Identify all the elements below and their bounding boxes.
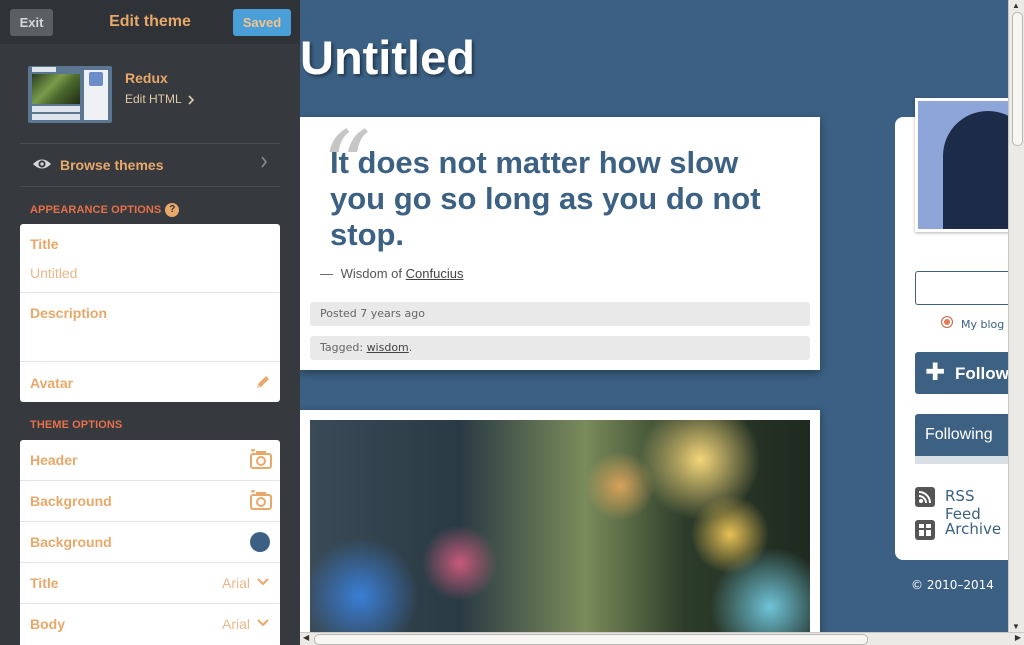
editor-topbar: Exit Edit theme Saved	[0, 0, 300, 44]
post-date-bar: Posted 7 years ago	[310, 302, 810, 326]
scroll-down-icon[interactable]: ▼	[1012, 622, 1020, 631]
chevron-right-icon	[261, 156, 268, 168]
blog-title[interactable]: Untitled	[300, 30, 475, 85]
tag-link[interactable]: wisdom	[367, 341, 409, 354]
blog-title-field[interactable]: Title Untitled	[20, 224, 280, 293]
background-image-option[interactable]: Background	[20, 481, 280, 522]
body-font-option[interactable]: Body Arial	[20, 604, 280, 644]
archive-icon	[915, 520, 935, 540]
vertical-scroll-thumb[interactable]	[1012, 12, 1023, 146]
pencil-icon[interactable]	[254, 373, 272, 391]
thumbnail-line	[32, 114, 80, 120]
camera-icon[interactable]	[250, 490, 272, 510]
quote-post: “ It does not matter how slow you go so …	[300, 117, 820, 370]
following-label: Following	[925, 426, 993, 443]
appearance-options-label: APPEARANCE OPTIONS	[30, 203, 162, 216]
post-tags-bar: Tagged: wisdom.	[310, 336, 810, 360]
browse-themes-label: Browse themes	[60, 157, 164, 173]
description-field[interactable]: Description	[20, 293, 280, 362]
thumbnail-image	[32, 74, 80, 104]
camera-icon[interactable]	[250, 449, 272, 469]
exit-button[interactable]: Exit	[10, 9, 53, 36]
archive-link[interactable]: Archive	[945, 520, 1001, 538]
appearance-options-heading: APPEARANCE OPTIONS?	[30, 203, 180, 217]
description-field-label: Description	[30, 305, 108, 321]
my-blog-label: My blog	[961, 318, 1005, 331]
theme-options-heading: THEME OPTIONS	[30, 419, 123, 431]
vertical-scrollbar[interactable]: ▲ ▼	[1008, 0, 1024, 632]
blog-preview: Untitled “ It does not matter how slow y…	[300, 0, 1008, 632]
horizontal-scrollbar[interactable]: ◀ ▶	[300, 632, 1024, 645]
header-image-option[interactable]: Header	[20, 440, 280, 481]
edit-html-label: Edit HTML	[125, 92, 182, 106]
scroll-left-icon[interactable]: ◀	[303, 633, 309, 642]
editor-title: Edit theme	[109, 13, 191, 30]
copyright: © 2010–2014	[911, 578, 994, 592]
background-image-label: Background	[30, 493, 112, 509]
avatar-label: Avatar	[30, 375, 74, 391]
theme-options-panel: Header Background Background Title Arial…	[20, 440, 280, 645]
body-font-value[interactable]: Arial	[222, 616, 250, 632]
tag-suffix: .	[408, 341, 413, 354]
browse-themes-button[interactable]: Browse themes	[20, 144, 280, 186]
background-color-option[interactable]: Background	[20, 522, 280, 563]
bokeh-photo[interactable]	[310, 420, 810, 632]
theme-name: Redux	[125, 70, 168, 86]
background-color-label: Background	[30, 534, 112, 550]
scroll-up-icon[interactable]: ▲	[1012, 1, 1020, 10]
eye-icon	[33, 159, 51, 169]
rss-feed-link[interactable]: RSS Feed	[945, 487, 1008, 523]
scroll-right-icon[interactable]: ▶	[1015, 633, 1021, 642]
thumbnail-avatar	[89, 72, 103, 86]
help-icon[interactable]: ?	[165, 203, 180, 217]
horizontal-scroll-thumb[interactable]	[314, 634, 868, 645]
title-font-option[interactable]: Title Arial	[20, 563, 280, 604]
background-color-swatch[interactable]	[250, 532, 270, 552]
thumbnail-line	[32, 106, 80, 112]
chevron-down-icon[interactable]	[257, 578, 269, 586]
theme-thumbnail[interactable]	[28, 66, 112, 123]
radio-icon[interactable]	[941, 316, 953, 328]
following-button[interactable]: Following	[915, 414, 1008, 456]
title-font-value[interactable]: Arial	[222, 575, 250, 591]
title-field-label: Title	[30, 236, 59, 252]
quote-dash: —	[320, 266, 333, 281]
quote-source: — Wisdom of Confucius	[320, 266, 463, 281]
header-option-label: Header	[30, 452, 78, 468]
chevron-right-icon	[188, 95, 194, 105]
follow-label: Follow	[955, 364, 1008, 383]
quote-source-prefix: Wisdom of	[340, 266, 403, 281]
edit-html-link[interactable]: Edit HTML	[125, 92, 195, 106]
sidebar-divider	[20, 186, 280, 187]
tagged-label: Tagged:	[320, 341, 364, 354]
follow-button[interactable]: ✚ Follow	[915, 352, 1008, 394]
thumbnail-title-bar	[32, 67, 56, 72]
post-date[interactable]: Posted 7 years ago	[320, 307, 425, 320]
saved-button[interactable]: Saved	[233, 9, 291, 36]
appearance-options-panel: Title Untitled Description Avatar	[20, 224, 280, 402]
photo-post	[300, 410, 820, 632]
avatar-silhouette	[943, 111, 1008, 229]
quote-text: It does not matter how slow you go so lo…	[330, 145, 761, 252]
chevron-down-icon[interactable]	[257, 619, 269, 627]
following-list	[915, 456, 1008, 464]
avatar-row[interactable]: Avatar	[20, 362, 280, 402]
avatar-image	[918, 101, 1008, 229]
title-font-label: Title	[30, 575, 59, 591]
title-field-value[interactable]: Untitled	[30, 265, 77, 281]
search-input[interactable]	[915, 271, 1008, 305]
theme-editor-sidebar: Exit Edit theme Saved Redux Edit HTML Br…	[0, 0, 300, 645]
plus-icon: ✚	[925, 359, 946, 386]
quote-source-link[interactable]: Confucius	[406, 266, 464, 281]
body-font-label: Body	[30, 616, 65, 632]
rss-icon	[915, 487, 935, 507]
blog-avatar[interactable]	[915, 98, 1008, 232]
